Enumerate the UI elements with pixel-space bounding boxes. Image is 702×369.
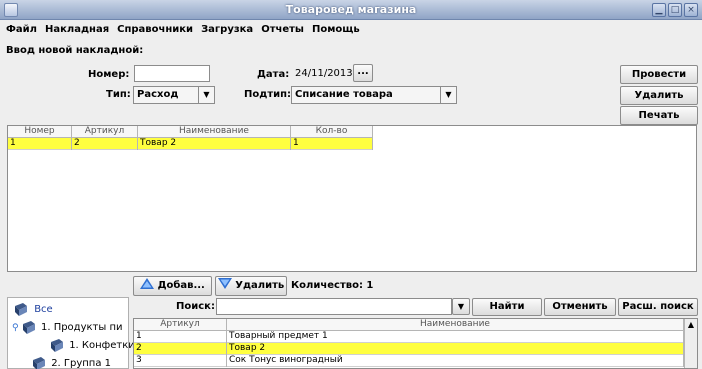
column-header-number[interactable]: Номер: [8, 126, 72, 138]
add-button-label: Добав...: [157, 280, 205, 291]
table-row[interactable]: 3 Сок Тонус виноградный: [134, 355, 684, 367]
type-label: Тип:: [106, 89, 131, 100]
remove-button-label: Удалить: [235, 280, 285, 291]
maximize-icon[interactable]: □: [668, 3, 682, 17]
invoice-items-table[interactable]: Номер Артикул Наименование Кол-во 1 2 То…: [7, 125, 697, 272]
chevron-down-icon[interactable]: ▼: [198, 87, 214, 103]
menu-help[interactable]: Помощь: [308, 20, 364, 39]
cancel-search-button[interactable]: Отменить: [544, 298, 616, 316]
tree-item-products[interactable]: ⚲ 1. Продукты пи: [12, 319, 122, 337]
cell-number: 1: [8, 138, 72, 150]
print-button[interactable]: Печать: [620, 106, 698, 125]
type-select-value: Расход: [137, 89, 179, 100]
remove-button[interactable]: Удалить: [215, 276, 287, 296]
search-input[interactable]: [216, 298, 452, 315]
cell-article: 2: [134, 343, 227, 355]
book-icon: [15, 302, 27, 316]
column-header-article[interactable]: Артикул: [134, 319, 227, 331]
subtype-select[interactable]: Списание товара ▼: [291, 86, 457, 104]
post-button[interactable]: Провести: [620, 65, 698, 84]
type-select[interactable]: Расход ▼: [133, 86, 215, 104]
close-icon[interactable]: ×: [684, 3, 698, 17]
book-icon: [22, 320, 35, 334]
search-label: Поиск:: [176, 301, 215, 312]
book-icon: [33, 356, 45, 369]
cell-article: 3: [134, 355, 227, 367]
menu-load[interactable]: Загрузка: [197, 20, 257, 39]
triangle-up-icon: [140, 278, 155, 289]
column-header-qty[interactable]: Кол-во: [291, 126, 373, 138]
catalog-table[interactable]: Артикул Наименование 1 Товарный предмет …: [133, 318, 698, 369]
subtype-select-value: Списание товара: [295, 89, 393, 100]
window-title: Товаровед магазина: [285, 3, 417, 16]
menu-invoice[interactable]: Накладная: [41, 20, 113, 39]
minimize-icon[interactable]: ▁: [652, 3, 666, 17]
find-button[interactable]: Найти: [472, 298, 542, 316]
form-heading: Ввод новой накладной:: [6, 45, 144, 56]
table-row[interactable]: 1 Товарный предмет 1: [134, 331, 684, 343]
column-header-name[interactable]: Наименование: [227, 319, 684, 331]
column-header-article[interactable]: Артикул: [72, 126, 138, 138]
date-field[interactable]: 24/11/2013: [291, 65, 353, 82]
cell-name: Товар 2: [227, 343, 684, 355]
book-icon: [51, 338, 63, 352]
tree-item-all[interactable]: Все: [14, 301, 53, 319]
cell-name: Товарный предмет 1: [227, 331, 684, 343]
scroll-up-icon[interactable]: ▲: [685, 319, 697, 331]
table-row[interactable]: 1 2 Товар 2 1: [8, 138, 373, 150]
menu-bar: Файл Накладная Справочники Загрузка Отчеты По…: [0, 20, 702, 39]
cell-article: 1: [134, 331, 227, 343]
date-picker-button[interactable]: ...: [353, 64, 373, 82]
category-tree[interactable]: Все ⚲ 1. Продукты пи 1. Конфетки 2. Груп…: [7, 297, 135, 369]
cell-article: 2: [72, 138, 138, 150]
triangle-down-icon: [217, 278, 232, 289]
menu-references[interactable]: Справочники: [113, 20, 197, 39]
item-count: Количество: 1: [291, 280, 374, 291]
date-label: Дата:: [257, 69, 290, 80]
cell-qty: 1: [291, 138, 373, 150]
add-button[interactable]: Добав...: [133, 276, 212, 296]
scrollbar[interactable]: ▲: [684, 319, 697, 368]
column-header-name[interactable]: Наименование: [138, 126, 291, 138]
cell-name: Товар 2: [138, 138, 291, 150]
delete-invoice-button[interactable]: Удалить: [620, 86, 698, 105]
menu-reports[interactable]: Отчеты: [257, 20, 308, 39]
table-row[interactable]: 2 Товар 2: [134, 343, 684, 355]
tree-item-candies[interactable]: 1. Конфетки: [50, 337, 135, 355]
subtype-label: Подтип:: [244, 89, 292, 100]
expand-toggle-icon[interactable]: ⚲: [12, 323, 19, 333]
extended-search-button[interactable]: Расш. поиск: [618, 298, 698, 316]
title-bar: Товаровед магазина ▁ □ ×: [0, 0, 702, 20]
tree-item-group1[interactable]: 2. Группа 1: [32, 355, 111, 369]
chevron-down-icon[interactable]: ▼: [440, 87, 456, 103]
search-history-dropdown[interactable]: ▼: [452, 298, 470, 315]
menu-file[interactable]: Файл: [0, 20, 41, 39]
cell-name: Сок Тонус виноградный: [227, 355, 684, 367]
number-field[interactable]: [134, 65, 210, 82]
number-label: Номер:: [88, 69, 130, 80]
